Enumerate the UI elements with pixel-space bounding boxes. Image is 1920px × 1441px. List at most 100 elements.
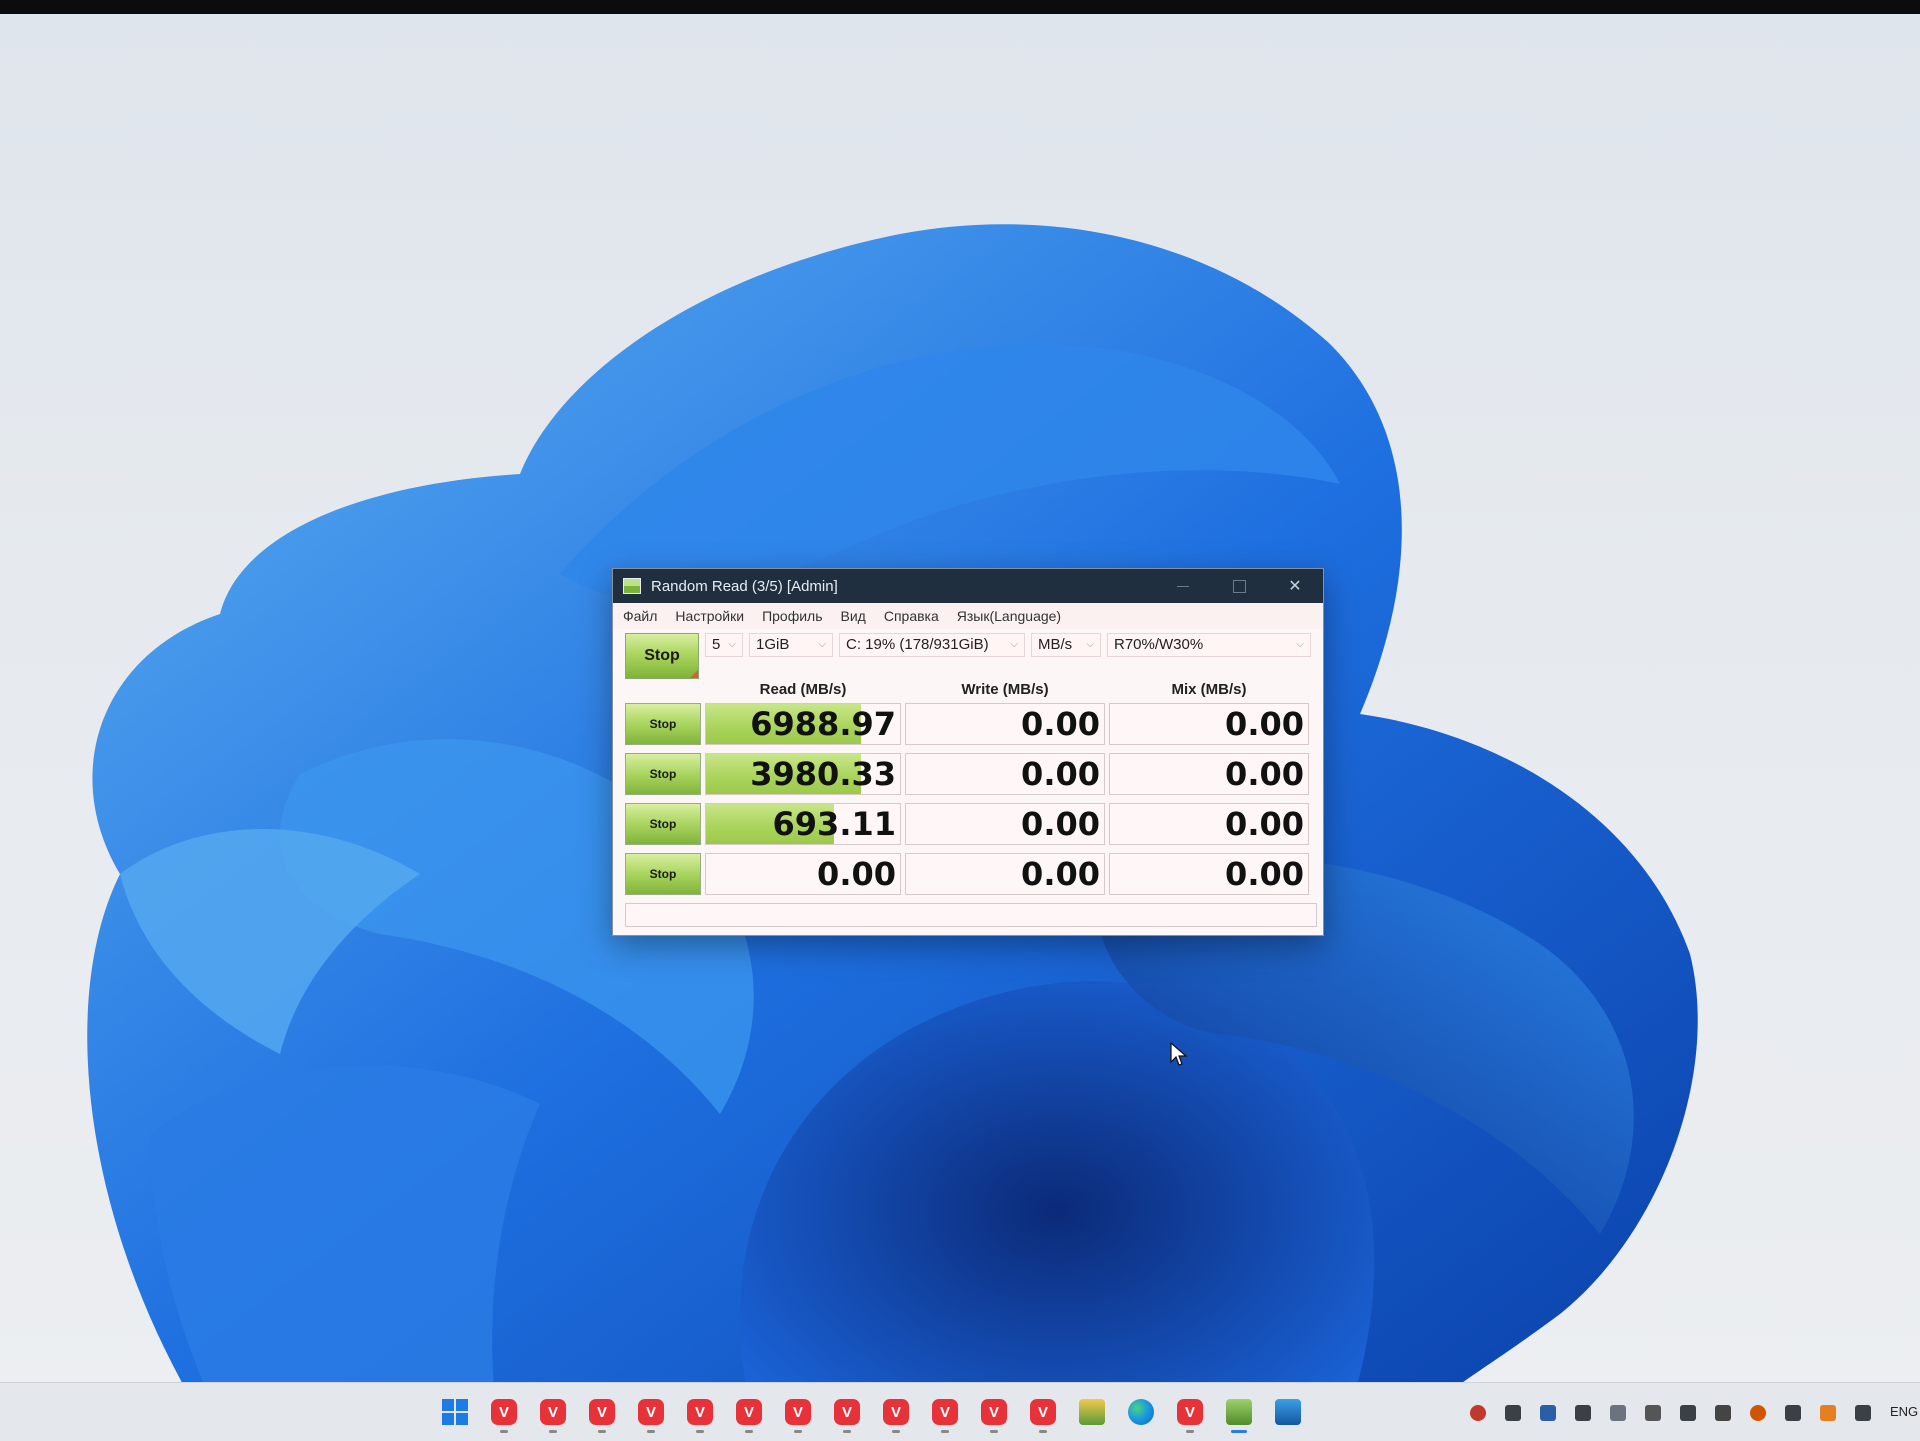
maximize-icon — [1232, 579, 1246, 593]
mix-cell: 0.00 — [1109, 703, 1309, 745]
result-row: Stop 0.00 0.00 0.00 — [625, 851, 1317, 897]
tray-app-icon[interactable] — [1610, 1405, 1626, 1421]
vivaldi-icon[interactable]: V — [736, 1399, 762, 1433]
chevron-down-icon: ⌵ — [1010, 639, 1018, 650]
unit-value: MB/s — [1038, 636, 1073, 653]
result-row: Stop 3980.33 0.00 0.00 — [625, 751, 1317, 797]
drive-value: C: 19% (178/931GiB) — [846, 636, 989, 653]
size-value: 1GiB — [756, 636, 790, 653]
count-value: 5 — [712, 636, 721, 653]
all-stop-label: Stop — [644, 647, 680, 664]
vivaldi-icon[interactable]: V — [981, 1399, 1007, 1433]
row-stop-button[interactable]: Stop — [625, 753, 701, 795]
read-cell: 693.11 — [705, 803, 901, 845]
tray-app-icon[interactable] — [1715, 1405, 1731, 1421]
write-cell: 0.00 — [905, 803, 1105, 845]
vivaldi-icon[interactable]: V — [540, 1399, 566, 1433]
all-stop-button[interactable]: Stop — [625, 633, 699, 679]
app-icon[interactable] — [1079, 1399, 1105, 1425]
mix-value: R70%/W30% — [1114, 636, 1204, 653]
chevron-down-icon: ⌵ — [1086, 639, 1094, 650]
size-select[interactable]: 1GiB ⌵ — [749, 633, 833, 657]
row-stop-button[interactable]: Stop — [625, 803, 701, 845]
tray-app-icon[interactable] — [1820, 1405, 1836, 1421]
menu-language[interactable]: Язык(Language) — [957, 608, 1061, 624]
tray-app-icon[interactable] — [1750, 1405, 1766, 1421]
corner-marker-icon — [690, 670, 698, 678]
mix-value: 0.00 — [1225, 705, 1304, 743]
maximize-button[interactable] — [1211, 569, 1267, 603]
tray-app-icon[interactable] — [1575, 1405, 1591, 1421]
close-button[interactable]: ✕ — [1267, 569, 1323, 603]
row-stop-button[interactable]: Stop — [625, 703, 701, 745]
chevron-down-icon: ⌵ — [728, 639, 736, 650]
write-cell: 0.00 — [905, 703, 1105, 745]
edge-icon[interactable] — [1128, 1399, 1154, 1425]
vivaldi-icon[interactable]: V — [638, 1399, 664, 1433]
start-button[interactable] — [442, 1399, 468, 1425]
mix-header: Mix (MB/s) — [1171, 681, 1247, 698]
taskbar: V V V V V V V V V V V V V ENG — [0, 1382, 1920, 1441]
row-stop-button[interactable]: Stop — [625, 853, 701, 895]
status-bar — [625, 903, 1317, 927]
mix-value: 0.00 — [1225, 805, 1304, 843]
tray-app-icon[interactable] — [1855, 1405, 1871, 1421]
tray-app-icon[interactable] — [1505, 1405, 1521, 1421]
drive-select[interactable]: C: 19% (178/931GiB) ⌵ — [839, 633, 1025, 657]
menu-settings[interactable]: Настройки — [675, 608, 744, 624]
window-controls: ✕ — [1155, 569, 1323, 603]
tray-app-icon[interactable] — [1540, 1405, 1556, 1421]
write-value: 0.00 — [1021, 805, 1100, 843]
language-indicator[interactable]: ENG — [1890, 1404, 1918, 1419]
chevron-down-icon: ⌵ — [818, 639, 826, 650]
vivaldi-icon[interactable]: V — [1177, 1399, 1203, 1433]
count-select[interactable]: 5 ⌵ — [705, 633, 743, 657]
benchmark-window: Random Read (3/5) [Admin] ✕ Файл Настрой… — [612, 568, 1324, 936]
vivaldi-icon[interactable]: V — [883, 1399, 909, 1433]
vivaldi-icon[interactable]: V — [491, 1399, 517, 1433]
close-icon: ✕ — [1288, 578, 1302, 595]
minimize-icon — [1177, 585, 1189, 587]
read-cell: 3980.33 — [705, 753, 901, 795]
read-cell: 0.00 — [705, 853, 901, 895]
mix-value: 0.00 — [1225, 755, 1304, 793]
unit-select[interactable]: MB/s ⌵ — [1031, 633, 1101, 657]
mix-cell: 0.00 — [1109, 803, 1309, 845]
menu-view[interactable]: Вид — [841, 608, 866, 624]
menu-file[interactable]: Файл — [623, 608, 657, 624]
crystaldiskmark-icon[interactable] — [1226, 1399, 1252, 1433]
result-row: Stop 6988.97 0.00 0.00 — [625, 701, 1317, 747]
read-cell: 6988.97 — [705, 703, 901, 745]
vivaldi-icon[interactable]: V — [785, 1399, 811, 1433]
tray-app-icon[interactable] — [1785, 1405, 1801, 1421]
write-cell: 0.00 — [905, 753, 1105, 795]
vivaldi-icon[interactable]: V — [932, 1399, 958, 1433]
read-header: Read (MB/s) — [759, 681, 847, 698]
notification-badge-icon[interactable] — [1470, 1405, 1486, 1421]
tray-app-icon[interactable] — [1645, 1405, 1661, 1421]
write-value: 0.00 — [1021, 705, 1100, 743]
vivaldi-icon[interactable]: V — [589, 1399, 615, 1433]
menu-help[interactable]: Справка — [884, 608, 939, 624]
minimize-button[interactable] — [1155, 569, 1211, 603]
result-row: Stop 693.11 0.00 0.00 — [625, 801, 1317, 847]
write-cell: 0.00 — [905, 853, 1105, 895]
windows-start-icon — [442, 1399, 468, 1425]
chevron-down-icon: ⌵ — [1296, 639, 1304, 650]
menu-profile[interactable]: Профиль — [762, 608, 822, 624]
tray-app-icon[interactable] — [1680, 1405, 1696, 1421]
vivaldi-icon[interactable]: V — [834, 1399, 860, 1433]
window-title: Random Read (3/5) [Admin] — [651, 577, 838, 595]
menu-bar: Файл Настройки Профиль Вид Справка Язык(… — [613, 603, 1323, 629]
mix-select[interactable]: R70%/W30% ⌵ — [1107, 633, 1311, 657]
mouse-cursor-icon — [1170, 1042, 1188, 1066]
vivaldi-icon[interactable]: V — [1030, 1399, 1056, 1433]
app-icon — [623, 578, 641, 594]
read-value: 6988.97 — [750, 705, 896, 743]
desktop: Random Read (3/5) [Admin] ✕ Файл Настрой… — [0, 14, 1920, 1440]
mix-cell: 0.00 — [1109, 753, 1309, 795]
title-bar[interactable]: Random Read (3/5) [Admin] ✕ — [613, 569, 1323, 603]
app-icon[interactable] — [1275, 1399, 1301, 1425]
write-value: 0.00 — [1021, 755, 1100, 793]
vivaldi-icon[interactable]: V — [687, 1399, 713, 1433]
